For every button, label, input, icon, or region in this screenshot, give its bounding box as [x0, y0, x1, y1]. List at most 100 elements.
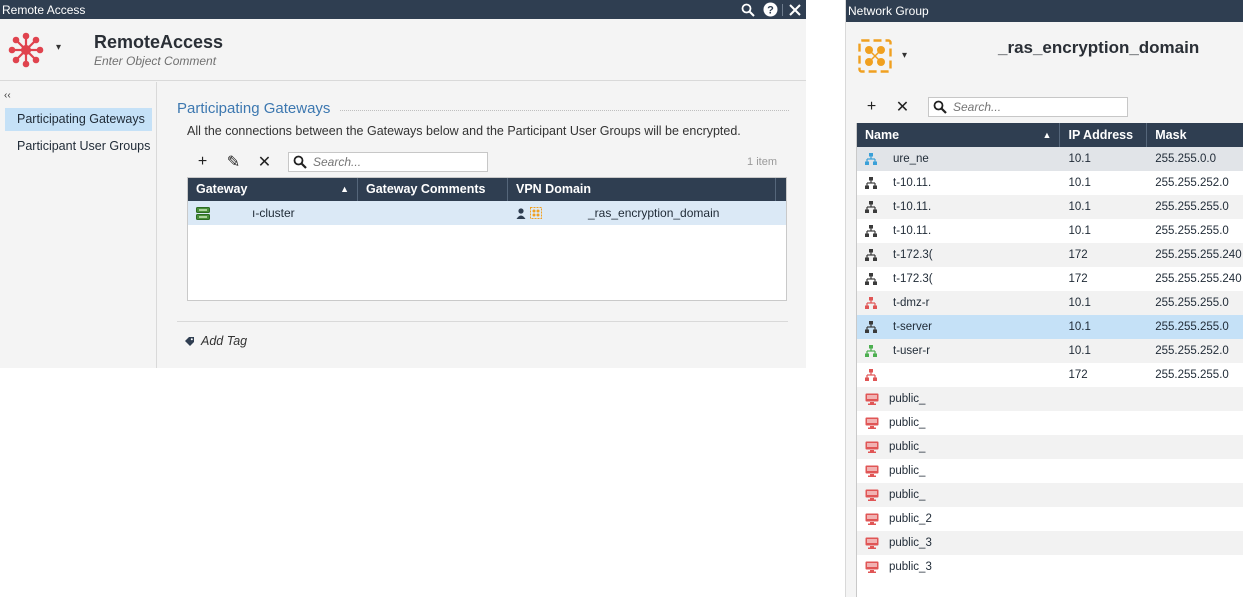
cell-mask: 255.255.252.0 [1155, 177, 1229, 189]
cell-name: t-10.11. [857, 225, 1060, 237]
section-title: Participating Gateways [177, 100, 789, 117]
member-name: public_ [889, 393, 926, 405]
member-name: t-10.11. [893, 177, 932, 189]
table-row[interactable]: public_3 [857, 531, 1243, 555]
table-row[interactable]: public_2 [857, 507, 1243, 531]
window-title: Network Group [848, 4, 929, 18]
table-row[interactable]: t-server 10.1 255.255.255.0 [857, 315, 1243, 339]
icon-dropdown-icon[interactable]: ▾ [56, 42, 61, 53]
search-input[interactable] [953, 100, 1113, 114]
host-icon [865, 441, 879, 453]
table-row[interactable]: public_ [857, 435, 1243, 459]
table-row[interactable]: t-10.11. 10.1 255.255.255.0 [857, 195, 1243, 219]
network-icon [865, 177, 879, 189]
table-row[interactable]: t-user-r 10.1 255.255.252.0 [857, 339, 1243, 363]
table-row[interactable]: public_ [857, 387, 1243, 411]
cell-ip-address: 10.1 [1068, 225, 1091, 237]
host-icon [865, 537, 879, 549]
edit-button[interactable]: ✎ [218, 151, 249, 173]
member-name: public_3 [889, 537, 932, 549]
network-icon [865, 297, 879, 309]
table-row[interactable]: public_ [857, 483, 1243, 507]
nav-item-participant-user-groups[interactable]: Participant User Groups [5, 135, 152, 158]
column-label: Gateway [196, 182, 248, 196]
network-icon [865, 153, 879, 165]
remote-access-icon[interactable] [6, 32, 46, 68]
remote-access-window: Remote Access ? ▾ RemoteAccess Enter Obj… [0, 0, 806, 368]
cell-name: t-user-r [857, 345, 1060, 357]
host-icon [865, 489, 879, 501]
add-tag-button[interactable]: Add Tag [184, 334, 247, 348]
network-group-window: Network Group ▾ _ras_encryption_domain +… [845, 0, 1243, 597]
table-row[interactable]: public_3 [857, 555, 1243, 579]
member-name: ure_ne [893, 153, 929, 165]
cell-name: t-172.3( [857, 273, 1060, 285]
icon-dropdown-icon[interactable]: ▾ [902, 50, 907, 61]
column-header-gateway-comments[interactable]: Gateway Comments [358, 178, 508, 201]
host-icon [865, 417, 879, 429]
search-box[interactable] [928, 97, 1128, 117]
cell-name: t-10.11. [857, 201, 1060, 213]
cell-name: t-172.3( [857, 249, 1060, 261]
gateways-toolbar: + ✎ ✕ 1 item [187, 150, 787, 174]
side-nav: ‹‹ Participating Gateways Participant Us… [0, 82, 157, 368]
tag-divider [177, 321, 788, 322]
cell-ip-address: 172 [1068, 369, 1088, 381]
network-icon [865, 225, 879, 237]
cell-ip-address: 10.1 [1068, 345, 1091, 357]
table-row[interactable]: t-10.11. 10.1 255.255.255.0 [857, 219, 1243, 243]
table-row[interactable]: t-172.3(172 255.255.255.240 [857, 243, 1243, 267]
column-header-vpn-domain[interactable]: VPN Domain [508, 178, 776, 201]
search-input[interactable] [313, 155, 473, 169]
cell-mask: 255.255.252.0 [1155, 345, 1229, 357]
host-icon [865, 513, 879, 525]
table-body: ure_ne 10.1 255.255.0.0 t-10.11. 10.1 255.255… [857, 147, 1243, 579]
table-row[interactable]: public_ [857, 459, 1243, 483]
gateway-name: ı-cluster [252, 206, 295, 220]
sort-ascending-icon: ▲ [340, 184, 349, 194]
table-row[interactable]: ı-cluster _ras_encryption_domain [188, 201, 786, 225]
member-name: public_2 [889, 513, 932, 525]
cell-name: public_ [857, 393, 1060, 405]
table-row[interactable]: t-dmz-r 10.1 255.255.255.0 [857, 291, 1243, 315]
titlebar-separator [782, 3, 783, 16]
collapse-nav-icon[interactable]: ‹‹ [4, 90, 11, 101]
network-group-icon[interactable] [858, 39, 892, 73]
cell-name: t-10.11. [857, 177, 1060, 189]
section-description: All the connections between the Gateways… [187, 124, 741, 138]
table-row[interactable]: t-10.11. 10.1 255.255.252.0 [857, 171, 1243, 195]
section-divider [340, 110, 789, 111]
column-header-mask[interactable]: Mask [1147, 123, 1243, 147]
column-header-gateway[interactable]: Gateway ▲ [188, 178, 358, 201]
nav-item-participating-gateways[interactable]: Participating Gateways [5, 108, 152, 131]
tag-icon [185, 336, 194, 346]
remove-button[interactable]: ✕ [249, 151, 280, 173]
column-header-name[interactable]: Name ▲ [857, 123, 1061, 147]
column-header-ip-address[interactable]: IP Address [1060, 123, 1148, 147]
cell-ip-address: 172 [1068, 273, 1088, 285]
item-count: 1 item [747, 156, 777, 168]
search-box[interactable] [288, 152, 488, 172]
close-icon[interactable] [784, 0, 806, 19]
cell-mask: 255.255.255.0 [1155, 201, 1229, 213]
search-icon[interactable] [737, 0, 759, 19]
remove-button[interactable]: ✕ [887, 96, 918, 118]
cell-name: t-dmz-r [857, 297, 1060, 309]
host-icon [865, 561, 879, 573]
cell-name: public_ [857, 489, 1060, 501]
table-row[interactable]: 172 255.255.255.0 [857, 363, 1243, 387]
object-comment[interactable]: Enter Object Comment [94, 54, 216, 68]
table-header: Gateway ▲ Gateway Comments VPN Domain [188, 178, 786, 201]
network-icon [865, 273, 879, 285]
help-icon[interactable]: ? [759, 0, 781, 19]
vpn-domain-name: _ras_encryption_domain [588, 206, 720, 220]
object-name[interactable]: _ras_encryption_domain [998, 38, 1199, 58]
table-row[interactable]: t-172.3(172 255.255.255.240 [857, 267, 1243, 291]
add-button[interactable]: + [856, 96, 887, 118]
object-name[interactable]: RemoteAccess [94, 32, 223, 53]
table-row[interactable]: ure_ne 10.1 255.255.0.0 [857, 147, 1243, 171]
network-icon [865, 345, 879, 357]
cell-ip-address: 10.1 [1068, 177, 1091, 189]
add-button[interactable]: + [187, 151, 218, 173]
table-row[interactable]: public_ [857, 411, 1243, 435]
